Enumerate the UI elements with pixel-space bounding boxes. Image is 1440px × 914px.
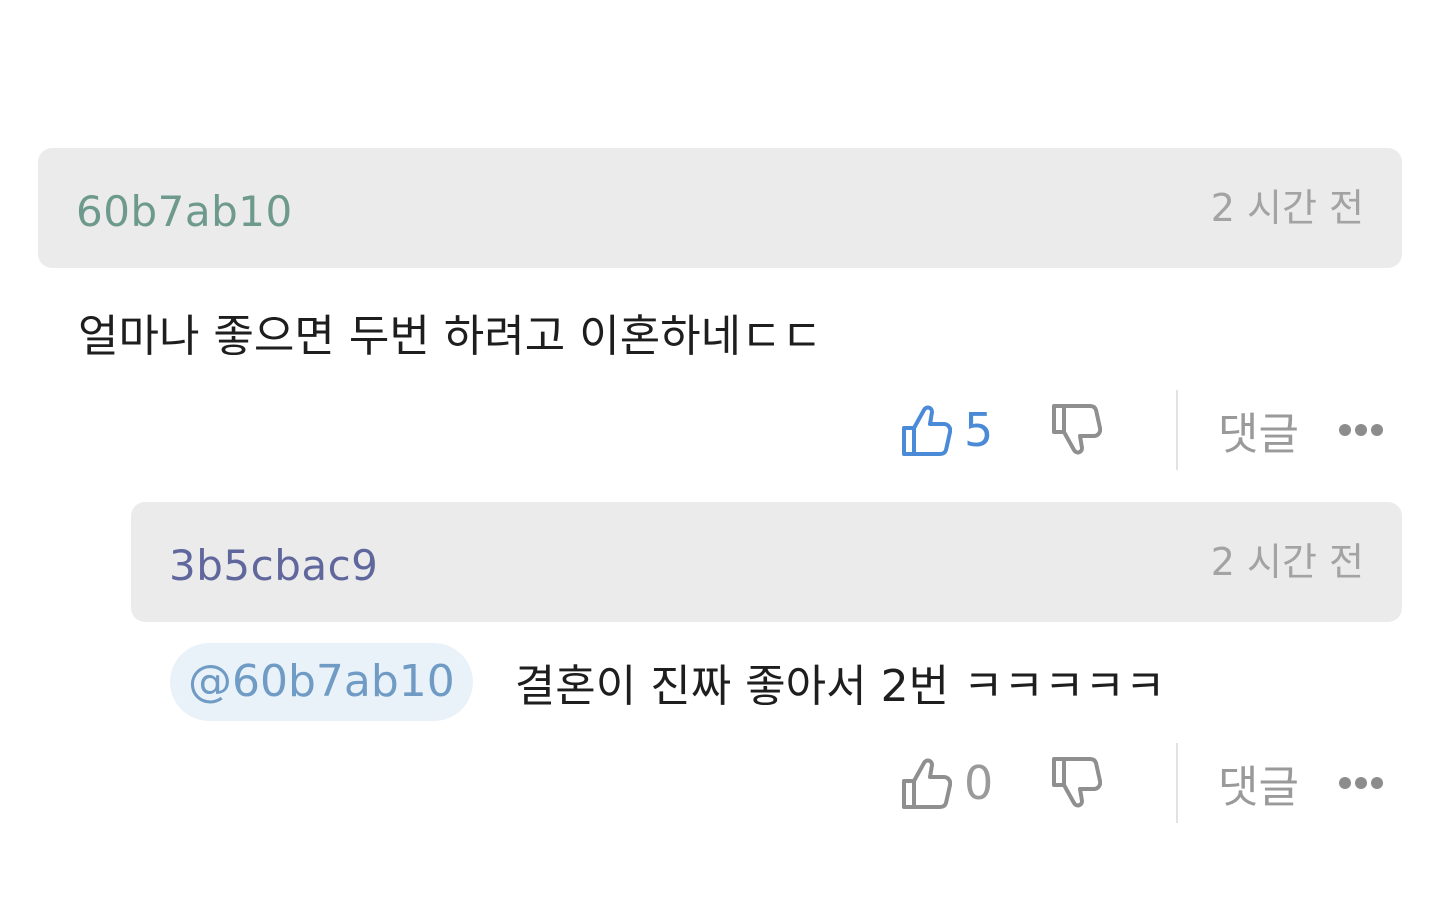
dislike-button[interactable] [1050,755,1102,811]
reply-username[interactable]: 3b5cbac9 [169,541,378,590]
more-dots-icon[interactable] [1338,777,1383,789]
comment-timestamp: 2 시간 전 [1210,185,1364,230]
action-divider [1176,743,1178,823]
reply-button[interactable]: 댓글 [1218,751,1299,815]
reply-actions: 0 댓글 [900,743,1383,823]
dislike-button[interactable] [1050,402,1102,458]
thumbs-up-icon [902,758,952,809]
like-count: 0 [964,756,994,810]
reply-timestamp: 2 시간 전 [1210,539,1364,584]
comment-thread: 60b7ab10 2 시간 전 얼마나 좋으면 두번 하려고 이혼하네ㄷㄷ 5 … [0,0,1440,914]
thumbs-down-icon [1052,757,1102,808]
like-button[interactable]: 5 [900,402,1004,458]
like-count: 5 [964,403,994,457]
thumbs-down-icon [1052,404,1102,455]
more-dots-icon[interactable] [1338,424,1383,436]
thumbs-up-icon [902,405,952,456]
reply-header: 3b5cbac9 2 시간 전 [131,502,1402,622]
comment-actions: 5 댓글 [900,390,1383,470]
reply-button[interactable]: 댓글 [1218,398,1299,462]
reply-body: 결혼이 진짜 좋아서 2번 ㅋㅋㅋㅋㅋ [514,661,1166,712]
comment-username[interactable]: 60b7ab10 [76,187,293,236]
reply-body-row: @60b7ab10 결혼이 진짜 좋아서 2번 ㅋㅋㅋㅋㅋ [170,642,1165,722]
comment-body: 얼마나 좋으면 두번 하려고 이혼하네ㄷㄷ [78,311,823,362]
action-divider [1176,390,1178,470]
like-button[interactable]: 0 [900,755,1004,811]
comment-header: 60b7ab10 2 시간 전 [38,148,1402,268]
mention-tag[interactable]: @60b7ab10 [170,643,473,721]
